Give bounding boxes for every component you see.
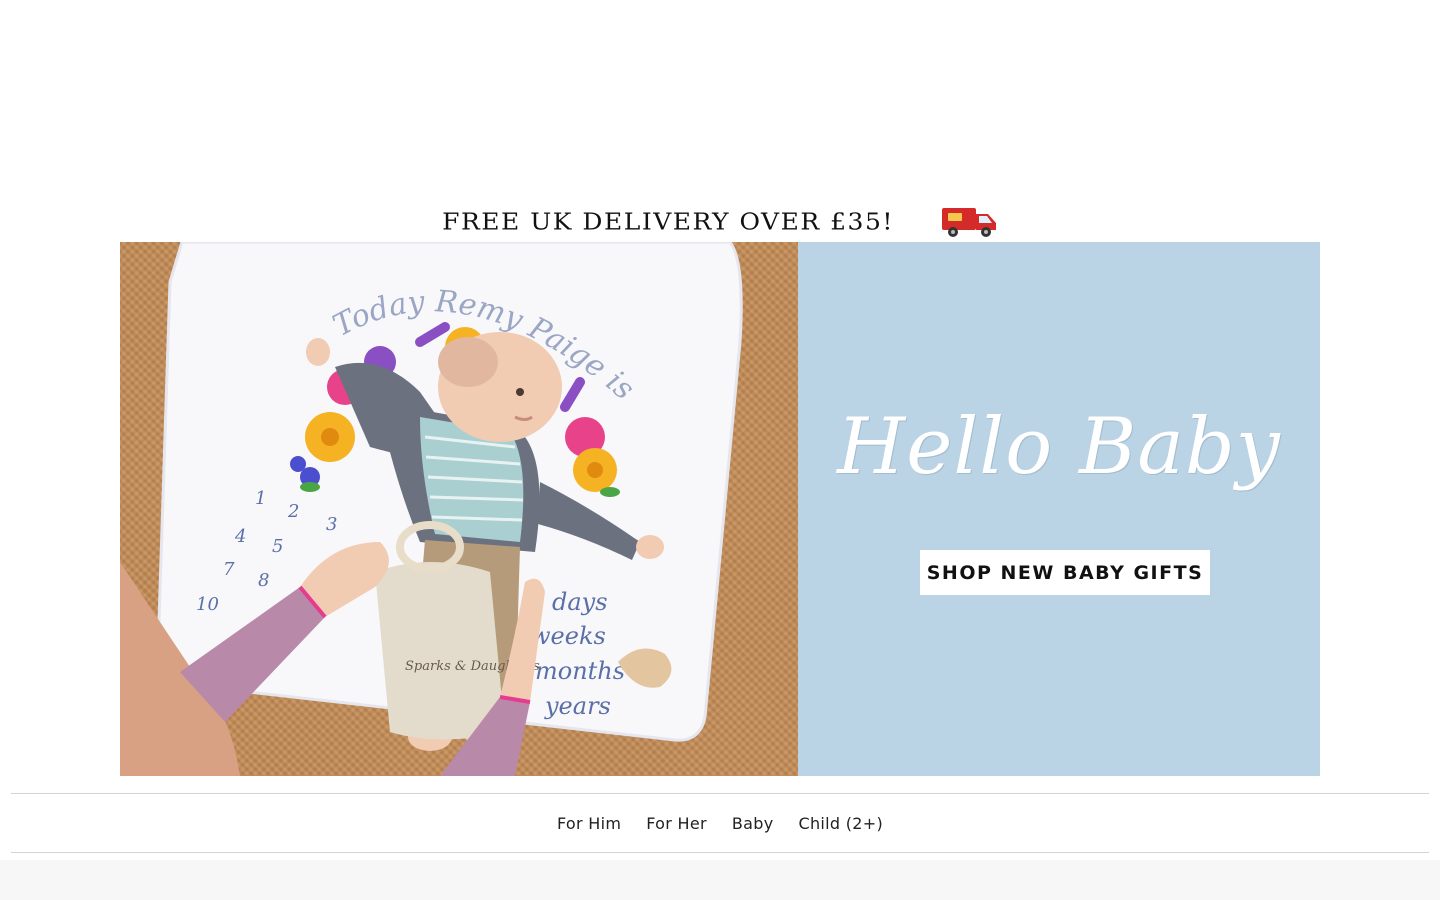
category-link-for-him[interactable]: For Him xyxy=(557,814,621,833)
blanket-number: 4 xyxy=(234,526,246,547)
blanket-unit-label: days xyxy=(552,588,608,616)
blanket-unit-label: years xyxy=(544,692,611,720)
shop-new-baby-gifts-button[interactable]: SHOP NEW BABY GIFTS xyxy=(920,550,1210,595)
hero-banner[interactable]: Today Remy Paige is 1 2 3 4 5 7 8 10 day… xyxy=(120,242,1320,776)
hero-title: Hello Baby xyxy=(837,402,1281,492)
delivery-van-icon xyxy=(941,208,996,237)
footer-strip xyxy=(0,860,1440,900)
baby-milestone-blanket-illustration: Today Remy Paige is 1 2 3 4 5 7 8 10 day… xyxy=(120,242,743,776)
delivery-banner-text: FREE UK DELIVERY OVER £35! xyxy=(442,207,894,235)
hero-panel: Hello Baby SHOP NEW BABY GIFTS xyxy=(798,242,1320,776)
blanket-number: 7 xyxy=(223,559,235,580)
category-link-for-her[interactable]: For Her xyxy=(646,814,707,833)
blanket-number: 3 xyxy=(326,514,337,535)
blanket-unit-label: weeks xyxy=(530,622,606,650)
category-nav: For Him For Her Baby Child (2+) xyxy=(11,793,1429,853)
blanket-number: 5 xyxy=(272,536,283,557)
blanket-number: 10 xyxy=(196,594,219,615)
blanket-number: 8 xyxy=(258,570,269,591)
hero-photo: Today Remy Paige is 1 2 3 4 5 7 8 10 day… xyxy=(120,242,798,776)
delivery-banner: FREE UK DELIVERY OVER £35! xyxy=(0,200,1440,242)
blanket-unit-label: months xyxy=(535,657,625,685)
category-link-baby[interactable]: Baby xyxy=(732,814,774,833)
blanket-number: 2 xyxy=(287,501,299,522)
category-link-child[interactable]: Child (2+) xyxy=(798,814,883,833)
blanket-number: 1 xyxy=(255,488,266,509)
